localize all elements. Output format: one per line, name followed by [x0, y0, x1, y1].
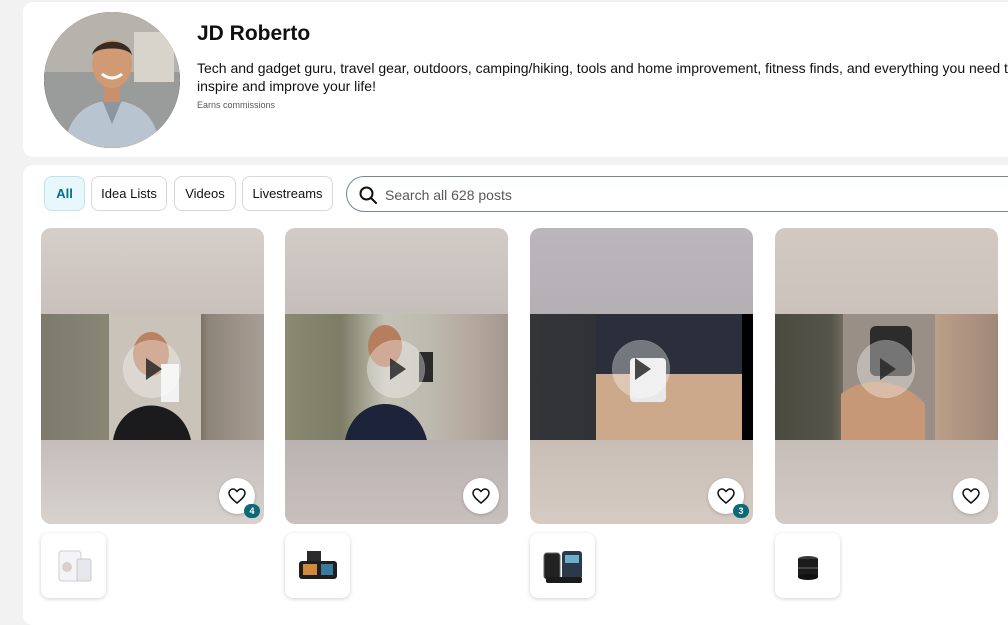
filter-all[interactable]: All [44, 176, 85, 211]
product-thumbnail[interactable] [41, 533, 106, 598]
filter-livestreams[interactable]: Livestreams [242, 176, 333, 211]
profile-name: JD Roberto [197, 22, 311, 45]
heart-icon[interactable] [953, 478, 989, 514]
filter-videos[interactable]: Videos [174, 176, 236, 211]
product-thumbnail[interactable] [530, 533, 595, 598]
play-icon[interactable] [368, 341, 424, 397]
search-input[interactable]: Search all 628 posts [385, 187, 512, 203]
profile-bio: Tech and gadget guru, travel gear, outdo… [197, 60, 1008, 94]
product-thumbnail[interactable] [775, 533, 840, 598]
search-bar[interactable]: Search all 628 posts [346, 176, 1008, 212]
profile-avatar [44, 12, 180, 148]
search-icon [359, 186, 377, 209]
post-tile[interactable] [775, 228, 998, 524]
product-count-badge: 4 [244, 504, 260, 518]
heart-icon[interactable] [463, 478, 499, 514]
product-count-badge: 3 [733, 504, 749, 518]
post-tile[interactable] [285, 228, 508, 524]
post-tile[interactable]: 4 [41, 228, 264, 524]
product-thumbnail[interactable] [285, 533, 350, 598]
play-icon[interactable] [613, 341, 669, 397]
post-tile[interactable]: 3 [530, 228, 753, 524]
filter-idea-lists[interactable]: Idea Lists [91, 176, 167, 211]
play-icon[interactable] [858, 341, 914, 397]
play-icon[interactable] [124, 341, 180, 397]
earns-commissions-label: Earns commissions [197, 100, 276, 110]
